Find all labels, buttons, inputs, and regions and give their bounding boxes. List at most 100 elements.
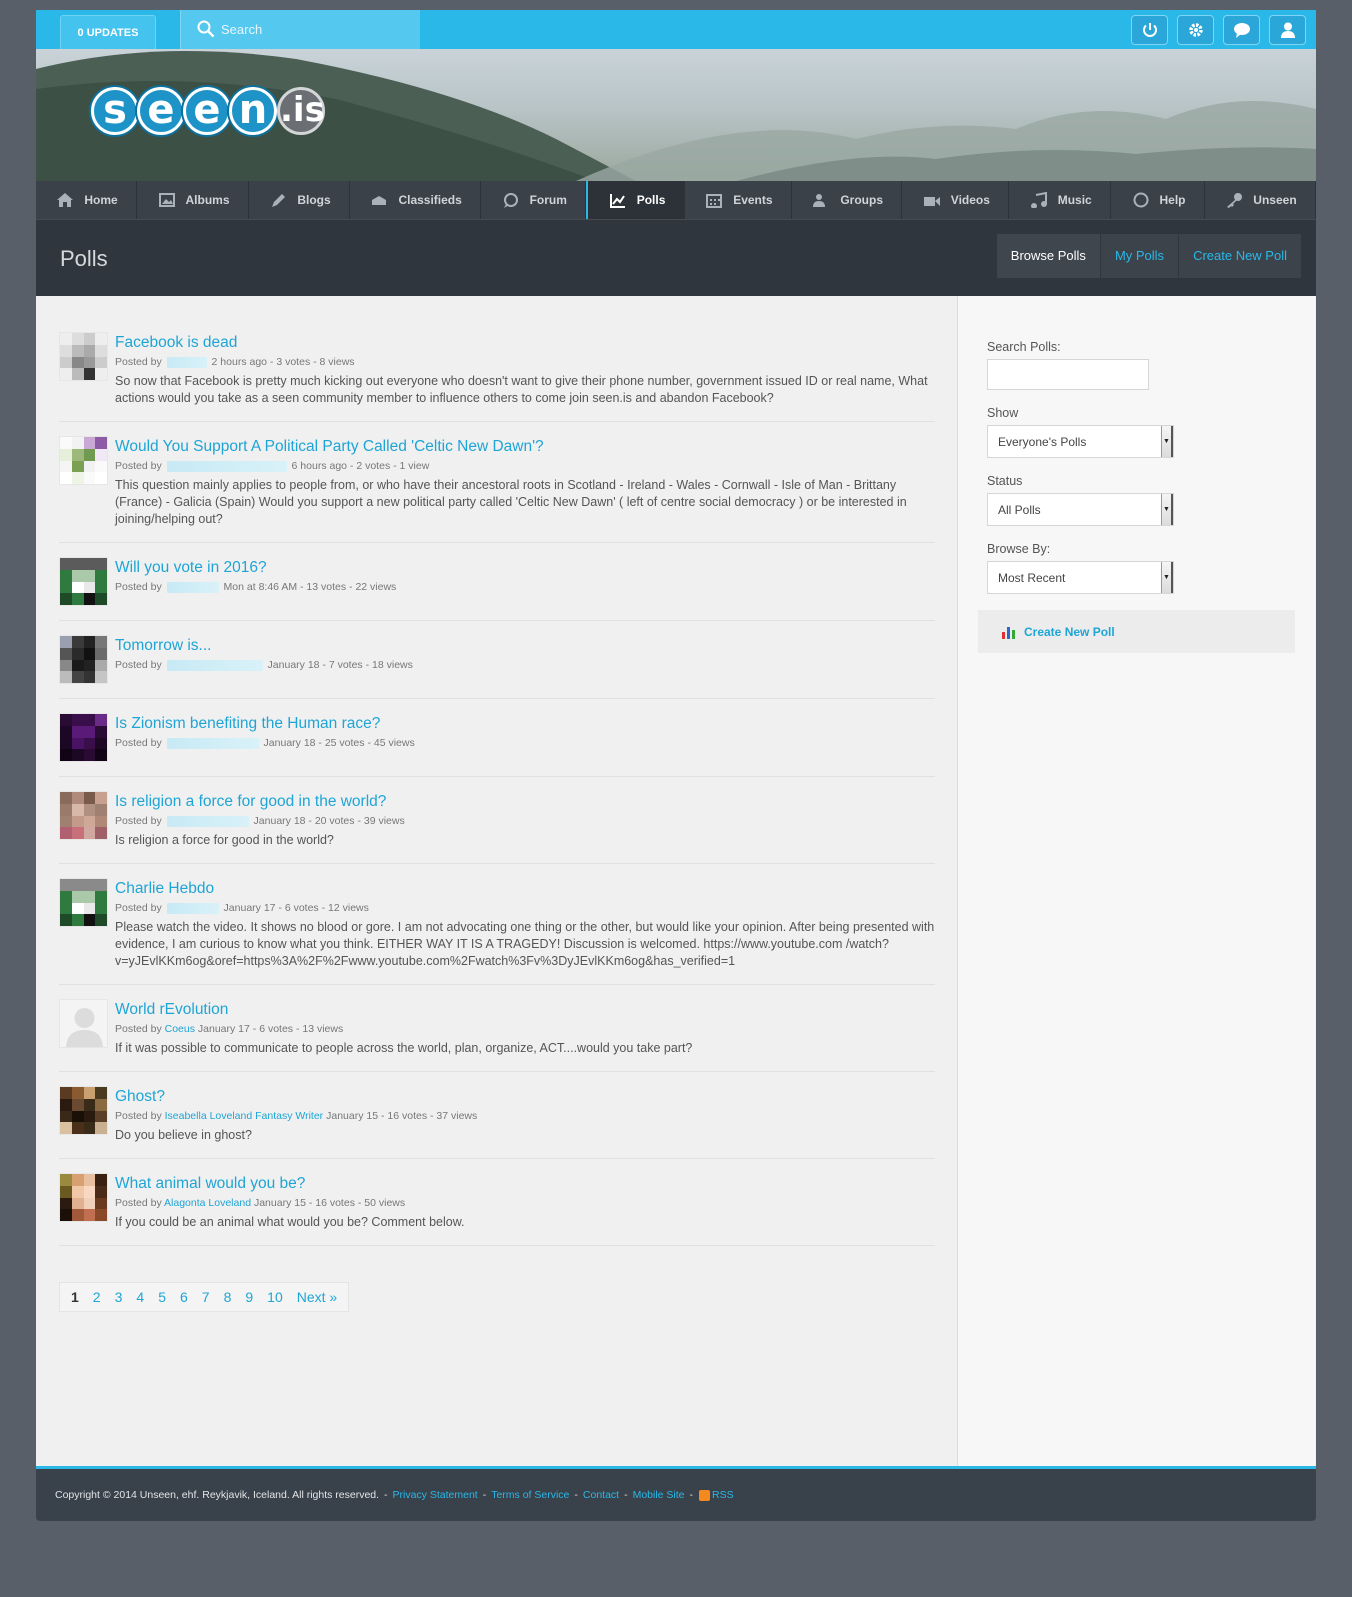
page-link[interactable]: 7 <box>195 1285 217 1309</box>
poll-title-link[interactable]: Charlie Hebdo <box>115 880 935 898</box>
privacy-link[interactable]: Privacy Statement <box>393 1489 478 1501</box>
updates-button[interactable]: 0 UPDATES <box>60 15 156 49</box>
avatar[interactable] <box>59 878 108 927</box>
poll-title-link[interactable]: Tomorrow is... <box>115 637 935 655</box>
redacted-author <box>166 902 219 914</box>
nav-item-label: Videos <box>950 193 990 207</box>
poll-stats: January 17 - 6 votes - 13 views <box>197 1023 344 1035</box>
poll-author-link[interactable]: Coeus <box>165 1023 195 1035</box>
show-select[interactable]: Everyone's Polls ▼ <box>987 425 1174 458</box>
rss-link[interactable]: RSS <box>712 1489 734 1501</box>
page-link[interactable]: 9 <box>238 1285 260 1309</box>
nav-item-forum[interactable]: Forum <box>481 181 587 219</box>
nav-item-albums[interactable]: Albums <box>137 181 249 219</box>
page-link[interactable]: 5 <box>151 1285 173 1309</box>
page-link[interactable]: 6 <box>173 1285 195 1309</box>
page-link[interactable]: 2 <box>86 1285 108 1309</box>
browse-by-select[interactable]: Most Recent ▼ <box>987 561 1174 594</box>
messages-button[interactable] <box>1223 15 1260 45</box>
poll-item: World rEvolution Posted by Coeus January … <box>59 999 935 1072</box>
poll-description: Do you believe in ghost? <box>115 1128 252 1142</box>
page-link[interactable]: 8 <box>217 1285 239 1309</box>
dropdown-arrow-icon: ▼ <box>1161 426 1173 457</box>
page-link[interactable]: 10 <box>260 1285 290 1309</box>
poll-meta: Posted by January 18 - 25 votes - 45 vie… <box>115 737 935 749</box>
tab-create-new-poll[interactable]: Create New Poll <box>1178 234 1301 278</box>
chat-icon <box>1233 23 1250 38</box>
avatar[interactable] <box>59 999 108 1048</box>
nav-item-events[interactable]: Events <box>685 181 792 219</box>
poll-stats: January 18 - 7 votes - 18 views <box>267 659 413 671</box>
avatar[interactable] <box>59 713 108 762</box>
status-select[interactable]: All Polls ▼ <box>987 493 1174 526</box>
power-button[interactable] <box>1131 15 1168 45</box>
redacted-author <box>166 356 207 368</box>
site-logo[interactable]: s e e n .is <box>91 87 325 135</box>
poll-title-link[interactable]: Facebook is dead <box>115 334 935 352</box>
poll-title-link[interactable]: Will you vote in 2016? <box>115 559 935 577</box>
poll-stats: January 18 - 20 votes - 39 views <box>253 815 405 827</box>
poll-title-link[interactable]: World rEvolution <box>115 1001 935 1019</box>
poll-title-link[interactable]: Is Zionism benefiting the Human race? <box>115 715 935 733</box>
avatar[interactable] <box>59 436 108 485</box>
poll-body: World rEvolution Posted by Coeus January … <box>115 999 935 1057</box>
nav-item-label: Unseen <box>1253 193 1297 207</box>
poll-meta: Posted by Mon at 8:46 AM - 13 votes - 22… <box>115 581 935 593</box>
search-polls-input[interactable] <box>987 359 1149 390</box>
poll-stats: January 18 - 25 votes - 45 views <box>263 737 415 749</box>
redacted-author <box>166 815 249 827</box>
contact-link[interactable]: Contact <box>583 1489 619 1501</box>
poll-stats: January 15 - 16 votes - 50 views <box>253 1197 406 1209</box>
poll-author-link[interactable]: Alagonta Loveland <box>164 1197 251 1209</box>
nav-item-unseen[interactable]: Unseen <box>1205 181 1317 219</box>
nav-item-label: Forum <box>529 193 567 207</box>
poll-meta: Posted by Alagonta Loveland January 15 -… <box>115 1197 935 1209</box>
logo-letter: e <box>137 87 185 135</box>
avatar[interactable] <box>59 1086 108 1135</box>
page-link[interactable]: 4 <box>129 1285 151 1309</box>
nav-item-classifieds[interactable]: Classifieds <box>350 181 482 219</box>
next-page-link[interactable]: Next » <box>290 1285 344 1309</box>
poll-stats: January 15 - 16 votes - 37 views <box>326 1110 478 1122</box>
avatar[interactable] <box>59 635 108 684</box>
poll-title-link[interactable]: What animal would you be? <box>115 1175 935 1193</box>
profile-button[interactable] <box>1269 15 1306 45</box>
poll-item: Tomorrow is... Posted by January 18 - 7 v… <box>59 635 935 699</box>
nav-item-label: Help <box>1159 193 1186 207</box>
avatar[interactable] <box>59 557 108 606</box>
browse-by-label: Browse By: <box>987 542 1051 556</box>
dropdown-arrow-icon: ▼ <box>1161 494 1173 525</box>
copyright-text: Copyright © 2014 Unseen, ehf. Reykjavik,… <box>55 1489 380 1501</box>
top-icons <box>1131 15 1306 45</box>
nav-item-help[interactable]: Help <box>1111 181 1205 219</box>
box-icon <box>372 196 387 205</box>
nav-item-groups[interactable]: Groups <box>792 181 903 219</box>
tab-browse-polls[interactable]: Browse Polls <box>995 234 1100 278</box>
pen-icon <box>272 194 286 207</box>
tab-my-polls[interactable]: My Polls <box>1099 234 1179 278</box>
avatar[interactable] <box>59 1173 108 1222</box>
search-input[interactable] <box>221 18 411 40</box>
top-bar: 0 UPDATES <box>36 10 1316 49</box>
nav-item-blogs[interactable]: Blogs <box>249 181 351 219</box>
nav-item-home[interactable]: Home <box>36 181 138 219</box>
avatar[interactable] <box>59 791 108 840</box>
poll-author-link[interactable]: Iseabella Loveland Fantasy Writer <box>165 1110 324 1122</box>
poll-body: Is Zionism benefiting the Human race? Pos… <box>115 713 935 762</box>
create-new-poll-link[interactable]: Create New Poll <box>978 610 1295 653</box>
sidebar: Search Polls: Show Everyone's Polls ▼ St… <box>958 296 1315 1466</box>
nav-item-videos[interactable]: Videos <box>902 181 1010 219</box>
settings-button[interactable] <box>1177 15 1214 45</box>
browse-by-select-value: Most Recent <box>998 571 1066 585</box>
poll-title-link[interactable]: Ghost? <box>115 1088 935 1106</box>
page-link[interactable]: 3 <box>108 1285 130 1309</box>
nav-item-music[interactable]: Music <box>1009 181 1112 219</box>
avatar[interactable] <box>59 332 108 381</box>
video-icon <box>923 197 940 206</box>
poll-title-link[interactable]: Is religion a force for good in the worl… <box>115 793 935 811</box>
nav-item-label: Events <box>733 193 773 207</box>
mobile-site-link[interactable]: Mobile Site <box>633 1489 685 1501</box>
terms-link[interactable]: Terms of Service <box>491 1489 569 1501</box>
poll-title-link[interactable]: Would You Support A Political Party Call… <box>115 438 935 456</box>
nav-item-polls[interactable]: Polls <box>586 181 685 219</box>
